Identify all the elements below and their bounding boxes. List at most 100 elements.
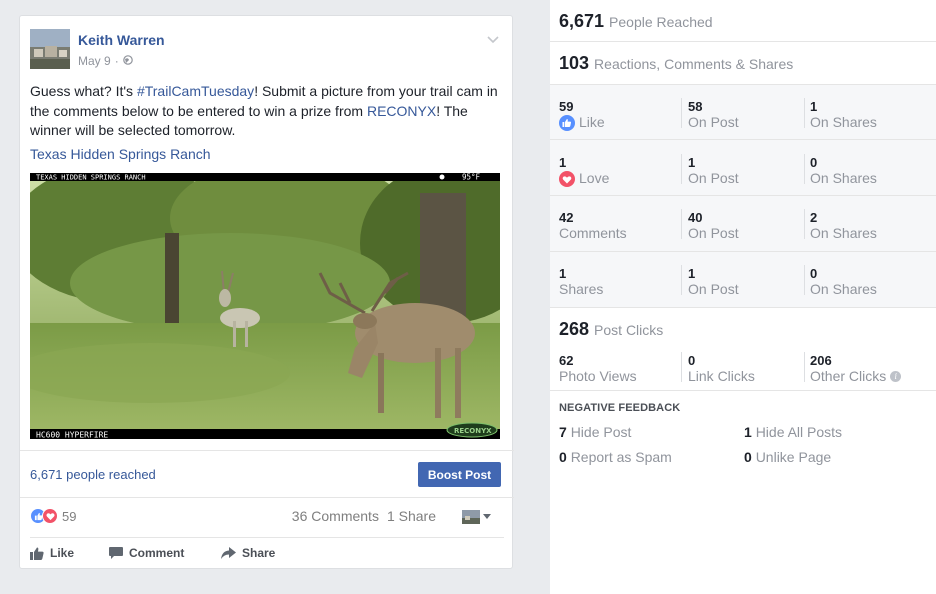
negative-unlike-page: 0 Unlike Page xyxy=(744,449,831,465)
comments-shares: 36 Comments 1 Share xyxy=(292,508,436,524)
column-separator xyxy=(804,154,805,184)
photo-temperature: 95°F xyxy=(462,173,481,182)
cell-value: 58 xyxy=(688,99,703,114)
place-link[interactable]: Texas Hidden Springs Ranch xyxy=(30,146,211,162)
breakdown-cell-love: 1 Love xyxy=(559,155,609,187)
photo-banner: TEXAS HIDDEN SPRINGS RANCH xyxy=(36,174,146,182)
negative-value: 1 xyxy=(744,424,752,440)
breakdown-cell-shares: 1 Shares xyxy=(559,266,603,298)
cell-value: 1 xyxy=(810,99,818,114)
column-separator xyxy=(804,98,805,128)
negative-value: 7 xyxy=(559,424,567,440)
shares-count-link[interactable]: 1 Share xyxy=(387,508,436,524)
avatar[interactable] xyxy=(30,29,70,69)
breakdown-cell-like: 59 Like xyxy=(559,99,605,131)
cell-label: On Shares xyxy=(810,114,877,130)
grid-row-divider xyxy=(550,251,936,252)
divider xyxy=(550,41,936,42)
negative-hide-all-posts: 1 Hide All Posts xyxy=(744,424,842,440)
cell-value: 0 xyxy=(810,155,818,170)
post-text: Guess what? It's #TrailCamTuesday! Submi… xyxy=(30,82,508,141)
people-reached-stat: 6,671 People Reached xyxy=(559,11,713,32)
divider xyxy=(550,307,936,308)
meta-separator: · xyxy=(114,54,119,68)
cell-value: 0 xyxy=(688,353,696,368)
cell-value: 62 xyxy=(559,353,574,368)
column-separator xyxy=(681,265,682,295)
cell-label: On Post xyxy=(688,225,739,241)
negative-feedback-title: NEGATIVE FEEDBACK xyxy=(559,402,681,414)
breakdown-cell-comments: 42 Comments xyxy=(559,210,627,242)
people-reached-value: 6,671 xyxy=(559,11,605,31)
globe-icon xyxy=(122,54,133,68)
divider xyxy=(20,450,514,451)
negative-label: Report as Spam xyxy=(570,449,672,465)
cell-value: 42 xyxy=(559,210,574,225)
cell-value: 1 xyxy=(688,155,696,170)
post-insights-panel: 6,671 People Reached 103 Reactions, Comm… xyxy=(550,0,936,594)
comment-bubble-icon xyxy=(109,546,123,559)
share-as-selector[interactable] xyxy=(462,510,491,524)
comments-count-link[interactable]: 36 Comments xyxy=(292,508,379,524)
reaction-summary[interactable]: 59 xyxy=(30,508,76,524)
cell-value: 0 xyxy=(810,266,818,281)
post-card: Keith Warren May 9 · Guess what? It's #T… xyxy=(19,15,514,569)
share-arrow-icon xyxy=(221,547,236,559)
breakdown-cell-on-post: 1 On Post xyxy=(688,266,739,298)
post-date[interactable]: May 9 xyxy=(78,54,111,68)
cell-label: On Post xyxy=(688,281,739,297)
grid-row-divider xyxy=(550,195,936,196)
info-icon[interactable]: i xyxy=(890,371,902,382)
breakdown-cell-on-shares: 0 On Shares xyxy=(810,155,877,187)
reactions-total-stat: 103 Reactions, Comments & Shares xyxy=(559,53,793,74)
brand-link[interactable]: RECONYX xyxy=(367,103,436,119)
cell-value: 2 xyxy=(810,210,818,225)
breakdown-cell-on-shares: 2 On Shares xyxy=(810,210,877,242)
cell-label: Like xyxy=(559,114,605,131)
cell-label: On Shares xyxy=(810,281,877,297)
love-reaction-icon xyxy=(42,508,58,524)
breakdown-cell-on-shares: 0 On Shares xyxy=(810,266,877,298)
share-label: Share xyxy=(242,546,276,560)
cell-label: Link Clicks xyxy=(688,368,755,384)
author-name[interactable]: Keith Warren xyxy=(78,32,165,48)
reactions-breakdown-grid xyxy=(550,85,936,307)
share-action-button[interactable]: Share xyxy=(221,546,275,560)
clicks-cell-other-clicks: 206 Other Clicks i xyxy=(810,353,902,385)
cell-value: 59 xyxy=(559,99,574,114)
negative-label: Hide Post xyxy=(570,424,632,440)
column-separator xyxy=(804,265,805,295)
cell-label: On Post xyxy=(688,170,739,186)
divider xyxy=(550,390,936,391)
post-clicks-stat: 268 Post Clicks xyxy=(559,319,663,340)
reached-link[interactable]: 6,671 people reached xyxy=(30,467,156,482)
negative-label: Unlike Page xyxy=(755,449,832,465)
negative-hide-post: 7 Hide Post xyxy=(559,424,631,440)
trail-cam-photo[interactable]: TEXAS HIDDEN SPRINGS RANCH 95°F HC600 HY… xyxy=(30,173,500,439)
negative-report-spam: 0 Report as Spam xyxy=(559,449,672,465)
hashtag-link[interactable]: #TrailCamTuesday xyxy=(137,83,254,99)
cell-value: 206 xyxy=(810,353,832,368)
negative-value: 0 xyxy=(744,449,752,465)
clicks-cell-link-clicks: 0 Link Clicks xyxy=(688,353,755,385)
love-icon xyxy=(559,170,575,187)
reaction-count: 59 xyxy=(62,508,77,524)
column-separator xyxy=(681,209,682,239)
photo-watermark: RECONYX xyxy=(454,427,492,435)
reactions-total-label: Reactions, Comments & Shares xyxy=(594,56,794,72)
post-clicks-label: Post Clicks xyxy=(594,322,664,338)
breakdown-cell-on-post: 40 On Post xyxy=(688,210,739,242)
cell-label-text: Other Clicks xyxy=(810,368,887,384)
comment-action-button[interactable]: Comment xyxy=(109,546,184,560)
cell-label: Other Clicks i xyxy=(810,368,902,385)
reactions-total-value: 103 xyxy=(559,53,590,73)
cell-value: 40 xyxy=(688,210,703,225)
cell-label: On Shares xyxy=(810,170,877,186)
post-clicks-value: 268 xyxy=(559,319,590,339)
people-reached-label: People Reached xyxy=(609,14,713,30)
boost-post-button[interactable]: Boost Post xyxy=(418,462,501,487)
column-separator xyxy=(681,98,682,128)
like-action-button[interactable]: Like xyxy=(30,546,74,560)
divider xyxy=(20,497,514,498)
chevron-down-icon[interactable] xyxy=(486,32,500,44)
